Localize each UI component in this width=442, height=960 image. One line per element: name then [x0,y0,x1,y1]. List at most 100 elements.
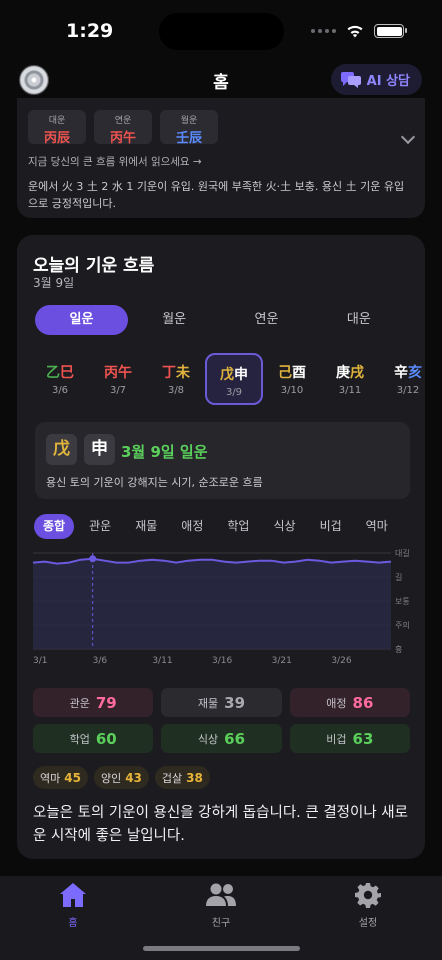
day-stem: 戊 [220,367,234,383]
segment-1[interactable]: 월운 [128,305,220,335]
day-item[interactable]: 辛亥 3/12 [379,353,425,405]
day-ganji: 乙巳 [31,362,89,382]
tab-settings[interactable]: 설정 [318,882,418,929]
fortune-summary-card[interactable]: 대운 丙辰 연운 丙午 월운 壬辰 지금 당신의 큰 흐름 위에서 읽으세요 → 운에서 … [17,98,425,218]
day-stem: 己 [278,365,292,381]
highlight-branch: 申 [84,434,115,465]
day-branch: 巳 [60,365,74,381]
tab-6[interactable]: 비겁 [311,514,351,539]
score-value: 63 [352,729,374,748]
fortune-pill-label: 월운 [180,116,198,126]
score-name: 관운 [69,696,90,710]
highlight-date-label: 3월 9일 일운 [121,443,208,461]
y-tick-label: 보통 [395,597,410,606]
home-indicator [143,946,300,951]
today-marker-dot [89,555,97,563]
chip-value: 38 [186,770,203,785]
highlight-stem: 戊 [46,434,77,465]
home-icon [60,883,86,907]
x-tick-label: 3/6 [93,656,108,666]
y-tick-label: 길 [395,573,402,582]
score-box[interactable]: 애정 86 [289,688,410,717]
ai-consult-button[interactable]: AI 상담 [330,64,422,95]
day-branch: 申 [234,367,248,383]
day-item[interactable]: 己酉 3/10 [263,353,321,405]
day-item[interactable]: 庚戌 3/11 [321,353,379,405]
score-box[interactable]: 관운 79 [33,688,154,717]
day-ganji: 丙午 [89,362,147,382]
chip-value: 43 [125,770,142,785]
day-ganji: 庚戌 [321,362,379,382]
friends-icon [206,883,236,906]
day-branch: 亥 [408,365,422,381]
series-area [33,558,391,649]
chevron-down-icon[interactable] [400,129,416,145]
status-bar: 1:29 [0,0,442,62]
score-value: 79 [95,693,117,712]
daily-summary: 오늘은 토의 기운이 용신을 강하게 돕습니다. 큰 결정이나 새로운 시작에 … [33,805,408,844]
status-icons [311,24,407,38]
segment-0[interactable]: 일운 [35,305,128,335]
segment-2[interactable]: 연운 [220,305,312,335]
reading-hint: 지금 당신의 큰 흐름 위에서 읽으세요 → [28,156,202,168]
tab-3[interactable]: 애정 [172,514,212,539]
day-stem: 乙 [46,365,60,381]
tab-friends-label: 친구 [211,918,231,929]
score-name: 애정 [326,696,347,710]
tab-home[interactable]: 홈 [23,882,123,929]
tab-1[interactable]: 관운 [80,514,120,539]
score-value: 60 [95,729,117,748]
x-tick-label: 3/21 [272,656,292,666]
fortune-pill-label: 대운 [48,116,66,126]
day-item[interactable]: 戊申 3/9 [205,353,263,405]
day-date: 3/6 [51,385,69,396]
day-date: 3/10 [280,385,304,396]
score-grid: 관운 79 재물 39 애정 86 학업 60 식상 66 비겁 63 [33,688,410,753]
day-stem: 庚 [336,365,350,381]
ai-consult-label: AI 상담 [366,74,410,89]
score-box[interactable]: 비겁 63 [289,724,410,753]
flow-chart: 대길길보통주의흉 3/1 3/6 3/11 3/16 3/21 3/26 [32,549,410,666]
dynamic-island [159,13,284,50]
day-item[interactable]: 丁未 3/8 [147,353,205,405]
day-branch: 戌 [350,365,364,381]
tab-5[interactable]: 식상 [264,514,304,539]
flow-title: 오늘의 기운 흐름 [33,256,155,276]
tab-friends[interactable]: 친구 [171,882,271,929]
score-box[interactable]: 재물 39 [161,688,282,717]
fortune-pill: 대운 丙辰 [28,110,86,146]
chip-name: 겁살 [161,771,183,785]
minor-score-chip: 겁살 38 [154,766,210,789]
fortune-pill-value: 丙午 [109,131,136,146]
day-branch: 酉 [292,365,306,381]
day-stem: 丙 [104,365,118,381]
day-date: 3/9 [225,387,243,398]
day-date: 3/11 [338,385,362,396]
chip-name: 역마 [40,771,61,785]
score-box[interactable]: 식상 66 [161,724,282,753]
fortune-pill-value: 壬辰 [175,131,202,146]
battery-icon [374,24,407,38]
day-item[interactable]: 丙午 3/7 [89,353,147,405]
score-value: 39 [224,693,246,712]
chip-value: 45 [64,770,81,785]
chip-name: 양인 [100,771,122,785]
score-name: 학업 [69,732,90,746]
day-item[interactable]: 乙巳 3/6 [31,353,89,405]
day-date: 3/7 [109,385,127,396]
score-name: 재물 [197,696,219,710]
x-tick-label: 3/11 [152,656,172,666]
tab-7[interactable]: 역마 [357,514,397,539]
y-tick-label: 대길 [395,549,410,558]
minor-score-chip: 양인 43 [93,766,149,789]
tab-home-label: 홈 [68,918,78,929]
gear-icon [355,883,381,908]
segment-3[interactable]: 대운 [313,305,405,335]
score-box[interactable]: 학업 60 [33,724,154,753]
tab-4[interactable]: 학업 [218,514,258,539]
tab-2[interactable]: 재물 [126,514,166,539]
score-value: 66 [224,729,246,748]
y-tick-label: 주의 [395,620,410,630]
day-ganji: 辛亥 [379,362,425,382]
tab-0[interactable]: 종합 [34,514,75,539]
